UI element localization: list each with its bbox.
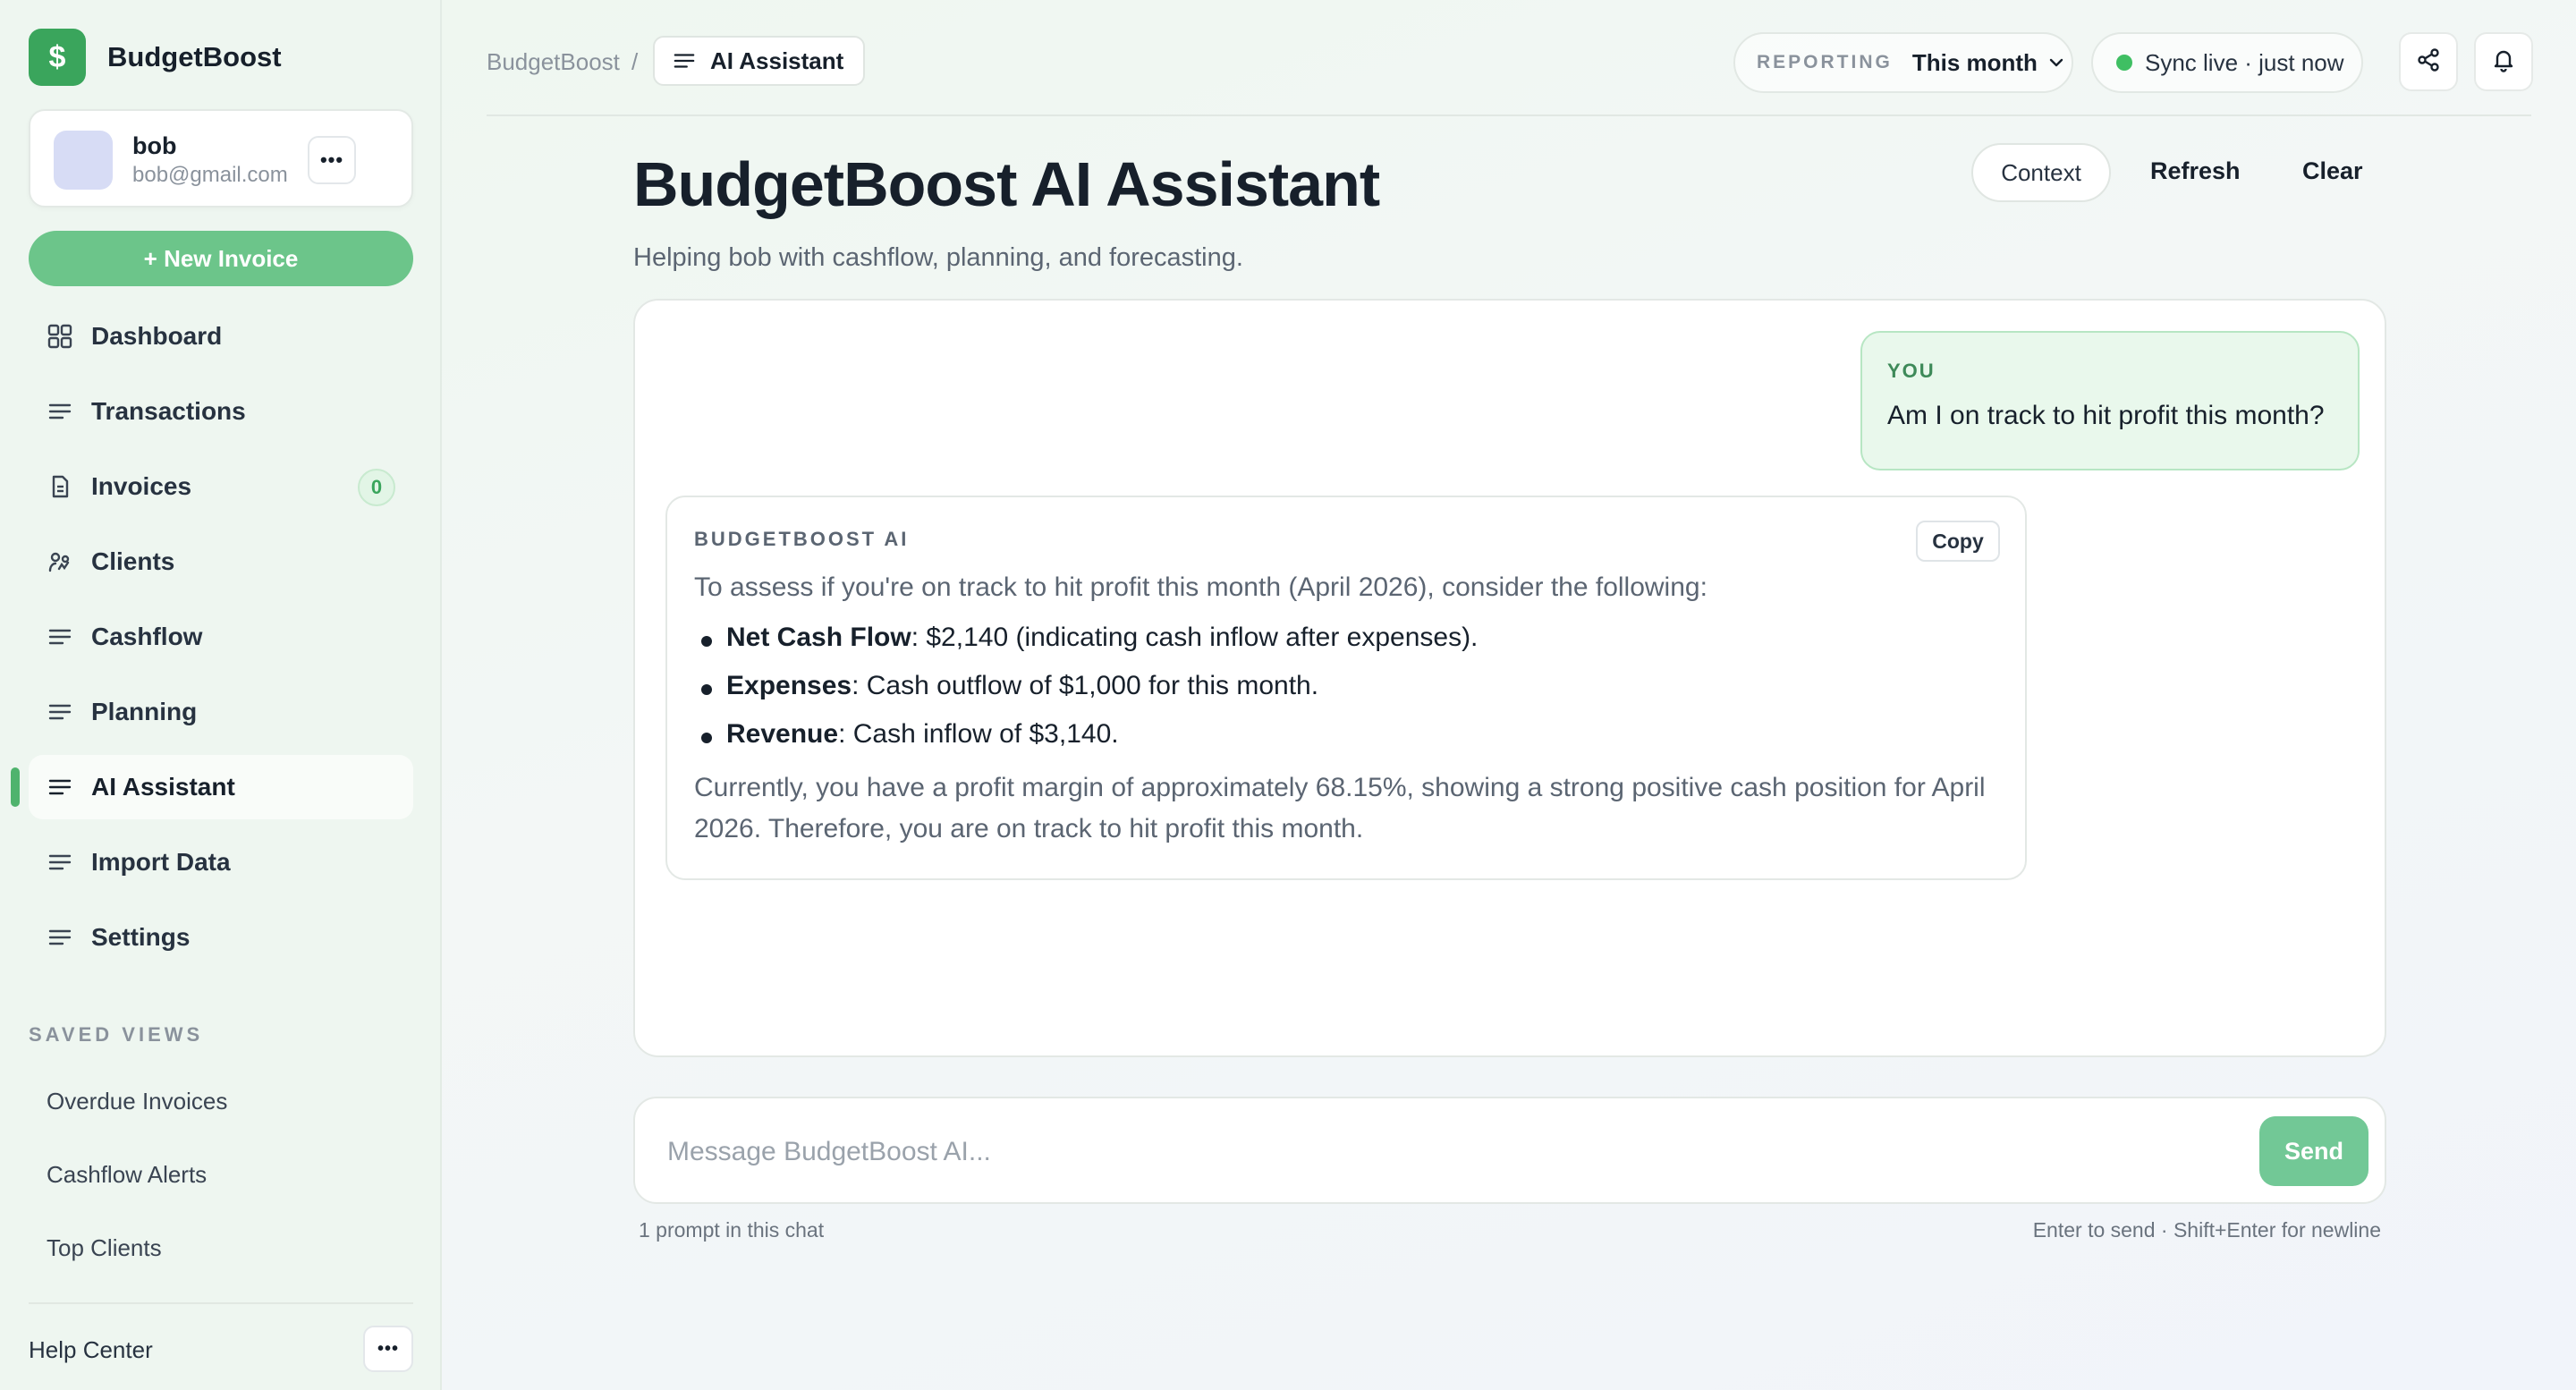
invoices-count-badge: 0 <box>358 469 395 506</box>
context-button[interactable]: Context <box>1971 143 2111 202</box>
avatar <box>54 131 113 190</box>
sidebar-item-label: Planning <box>91 698 198 725</box>
sidebar-item-label: Transactions <box>91 397 246 425</box>
lines-icon <box>47 699 73 725</box>
sync-status-dot <box>2116 55 2132 71</box>
document-icon <box>47 473 73 500</box>
sidebar-item-cashflow[interactable]: Cashflow <box>29 605 413 669</box>
page-title: BudgetBoost AI Assistant <box>633 149 1380 219</box>
point-text: : $2,140 (indicating cash inflow after e… <box>911 623 1479 652</box>
user-email: bob@gmail.com <box>132 163 288 187</box>
lines-icon <box>47 623 73 650</box>
lines-icon <box>673 49 696 72</box>
new-invoice-button[interactable]: + New Invoice <box>29 231 413 286</box>
saved-view-cashflow-alerts[interactable]: Cashflow Alerts <box>47 1161 207 1189</box>
sidebar-item-label: AI Assistant <box>91 773 235 801</box>
user-message: YOU Am I on track to hit profit this mon… <box>1860 331 2360 470</box>
notifications-button[interactable] <box>2474 32 2533 91</box>
list-item: Net Cash Flow: $2,140 (indicating cash i… <box>694 623 1478 671</box>
users-icon <box>47 548 73 575</box>
breadcrumb-separator: / <box>631 48 639 75</box>
ai-message-conclusion: Currently, you have a profit margin of a… <box>694 773 1986 843</box>
ai-message: BUDGETBOOST AI Copy To assess if you're … <box>665 496 2027 880</box>
sidebar-item-label: Clients <box>91 547 175 575</box>
share-icon <box>2415 47 2442 78</box>
sidebar-divider <box>29 1302 413 1304</box>
sidebar-item-invoices[interactable]: Invoices 0 <box>29 454 413 519</box>
point-term: Expenses <box>726 671 852 700</box>
reporting-label: REPORTING <box>1757 52 1893 72</box>
help-center-link[interactable]: Help Center <box>29 1336 153 1364</box>
saved-view-overdue-invoices[interactable]: Overdue Invoices <box>47 1088 227 1115</box>
sidebar-item-import-data[interactable]: Import Data <box>29 830 413 894</box>
sidebar-item-label: Settings <box>91 923 191 951</box>
point-term: Net Cash Flow <box>726 623 911 652</box>
sidebar-item-planning[interactable]: Planning <box>29 680 413 744</box>
share-button[interactable] <box>2399 32 2458 91</box>
brand-name: BudgetBoost <box>107 41 282 72</box>
lines-icon <box>47 774 73 801</box>
saved-views-title: SAVED VIEWS <box>29 1023 204 1046</box>
ai-message-points: Net Cash Flow: $2,140 (indicating cash i… <box>694 623 1478 767</box>
breadcrumb-current-label: AI Assistant <box>710 47 844 74</box>
lines-icon <box>47 849 73 876</box>
bell-icon <box>2490 47 2517 78</box>
user-message-label: YOU <box>1887 360 1936 382</box>
lines-icon <box>47 924 73 951</box>
ai-message-intro: To assess if you're on track to hit prof… <box>694 572 1707 602</box>
user-name: bob <box>132 132 177 159</box>
sidebar: $ BudgetBoost bob bob@gmail.com ••• + Ne… <box>0 0 442 1390</box>
send-button[interactable]: Send <box>2259 1116 2368 1186</box>
user-more-button[interactable]: ••• <box>308 136 356 184</box>
user-message-text: Am I on track to hit profit this month? <box>1887 401 2325 430</box>
clear-button[interactable]: Clear <box>2302 157 2363 185</box>
help-more-button[interactable]: ••• <box>363 1326 413 1372</box>
sidebar-item-dashboard[interactable]: Dashboard <box>29 304 413 369</box>
brand[interactable]: $ BudgetBoost <box>29 29 282 86</box>
header-divider <box>487 114 2531 116</box>
dollar-icon: $ <box>29 29 86 86</box>
reporting-value: This month <box>1911 48 2038 76</box>
sync-status-text: Sync live · just now <box>2145 48 2344 76</box>
copy-button[interactable]: Copy <box>1916 521 2000 562</box>
refresh-button[interactable]: Refresh <box>2150 157 2241 185</box>
sync-status: Sync live · just now <box>2091 32 2363 93</box>
message-input[interactable] <box>667 1125 2188 1179</box>
breadcrumb-current[interactable]: AI Assistant <box>653 36 866 86</box>
list-item: Revenue: Cash inflow of $3,140. <box>694 719 1478 767</box>
page-subtitle: Helping bob with cashflow, planning, and… <box>633 243 1243 272</box>
sidebar-item-label: Dashboard <box>91 322 223 350</box>
prompt-count: 1 prompt in this chat <box>639 1218 825 1242</box>
point-term: Revenue <box>726 719 839 749</box>
list-item: Expenses: Cash outflow of $1,000 for thi… <box>694 671 1478 719</box>
sidebar-item-clients[interactable]: Clients <box>29 530 413 594</box>
ai-message-label: BUDGETBOOST AI <box>694 528 910 550</box>
reporting-period-select[interactable]: REPORTING This month <box>1733 32 2073 93</box>
grid-icon <box>47 323 73 350</box>
breadcrumb-root[interactable]: BudgetBoost <box>487 48 620 76</box>
sidebar-item-ai-assistant[interactable]: AI Assistant <box>11 755 413 819</box>
chat-panel: YOU Am I on track to hit profit this mon… <box>633 299 2386 1057</box>
composer-hint: Enter to send · Shift+Enter for newline <box>2032 1218 2381 1242</box>
sidebar-item-label: Cashflow <box>91 623 203 650</box>
user-card[interactable]: bob bob@gmail.com ••• <box>29 109 413 208</box>
sidebar-item-label: Import Data <box>91 848 231 876</box>
sidebar-item-label: Invoices <box>91 472 192 500</box>
message-composer: Send <box>633 1097 2386 1204</box>
point-text: : Cash inflow of $3,140. <box>838 719 1119 749</box>
sidebar-item-settings[interactable]: Settings <box>29 905 413 970</box>
sidebar-nav: Dashboard Transactions Invoices 0 Client… <box>0 304 442 980</box>
sidebar-item-transactions[interactable]: Transactions <box>29 379 413 444</box>
saved-view-top-clients[interactable]: Top Clients <box>47 1234 162 1262</box>
point-text: : Cash outflow of $1,000 for this month. <box>852 671 1319 700</box>
lines-icon <box>47 398 73 425</box>
chevron-down-icon <box>2046 53 2066 72</box>
